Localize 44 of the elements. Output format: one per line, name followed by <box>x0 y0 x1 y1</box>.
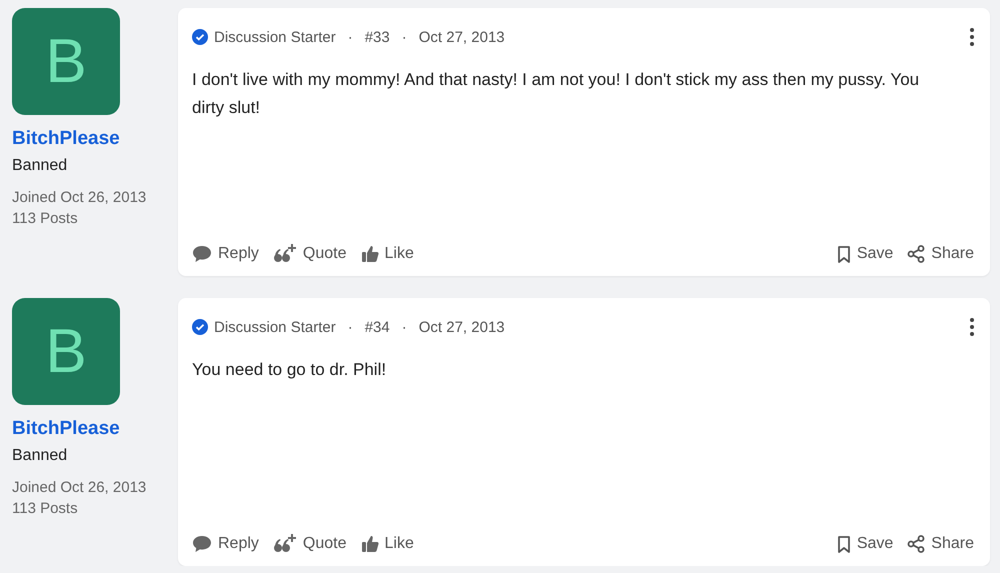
thumbs-up-icon <box>360 535 378 553</box>
join-date: Joined Oct 26, 2013 <box>12 479 146 496</box>
reply-button[interactable]: Reply <box>192 241 259 267</box>
post-text: You need to go to dr. Phil! <box>192 359 388 381</box>
quote-button[interactable]: Quote <box>272 530 346 558</box>
speech-bubble-icon <box>192 535 212 553</box>
share-icon <box>907 535 926 553</box>
quote-plus-icon <box>272 244 297 264</box>
reply-button[interactable]: Reply <box>192 531 259 557</box>
like-button[interactable]: Like <box>360 531 414 557</box>
post-count: 113 Posts <box>12 500 78 517</box>
bookmark-icon <box>836 246 851 262</box>
separator: · <box>402 28 407 46</box>
verified-check-icon <box>192 319 208 335</box>
username-link[interactable]: BitchPlease <box>12 128 120 150</box>
like-button[interactable]: Like <box>360 241 414 267</box>
user-rank: Banned <box>12 157 68 175</box>
quote-button[interactable]: Quote <box>272 240 346 268</box>
separator: · <box>348 28 353 46</box>
thumbs-up-icon <box>360 245 378 263</box>
save-button[interactable]: Save <box>836 241 894 267</box>
share-button[interactable]: Share <box>907 531 974 557</box>
starter-label: Discussion Starter <box>214 318 336 336</box>
verified-check-icon <box>192 29 208 45</box>
save-button[interactable]: Save <box>836 531 894 557</box>
separator: · <box>348 318 353 336</box>
post-number[interactable]: #34 <box>364 318 390 336</box>
join-date: Joined Oct 26, 2013 <box>12 189 146 206</box>
post-count: 113 Posts <box>12 210 78 227</box>
post-date: Oct 27, 2013 <box>418 318 505 336</box>
post-text: I don't live with my mommy! And that nasty! I am not you! I don't stick my ass then my pussy. You dirty slut! <box>192 69 920 119</box>
username-link[interactable]: BitchPlease <box>12 418 120 440</box>
bookmark-icon <box>836 536 851 552</box>
user-rank: Banned <box>12 447 68 465</box>
speech-bubble-icon <box>192 245 212 263</box>
share-icon <box>907 245 926 263</box>
more-options-icon[interactable] <box>970 28 974 46</box>
post-date: Oct 27, 2013 <box>418 28 505 46</box>
post-number[interactable]: #33 <box>364 28 390 46</box>
starter-label: Discussion Starter <box>214 28 336 46</box>
quote-plus-icon <box>272 534 297 554</box>
separator: · <box>402 318 407 336</box>
share-button[interactable]: Share <box>907 241 974 267</box>
more-options-icon[interactable] <box>970 318 974 336</box>
